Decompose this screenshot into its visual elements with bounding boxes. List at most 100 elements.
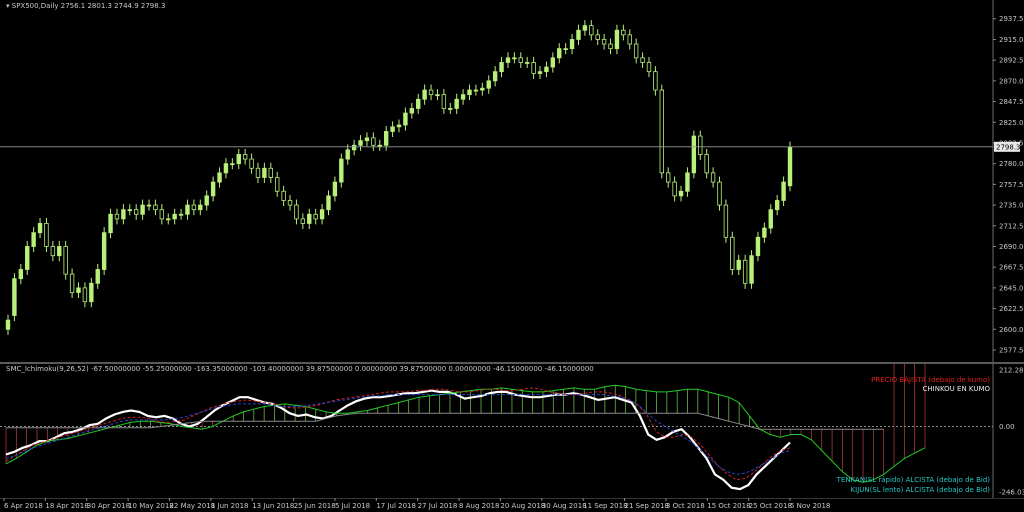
candle-body xyxy=(390,126,395,132)
candle-body xyxy=(505,57,511,63)
candle-body xyxy=(133,209,139,215)
y-tick-label: 2892.5 xyxy=(999,57,1024,65)
ichimoku-panel[interactable]: 212.2825 0.00 -246.032 SMC_Ichimoku(9,26,5… xyxy=(0,364,1024,498)
candle-body xyxy=(307,213,312,224)
candle-body xyxy=(691,135,697,174)
candle-body xyxy=(76,287,81,293)
candle-body xyxy=(768,209,773,229)
candle-body xyxy=(595,34,600,40)
candle-body xyxy=(57,246,62,257)
candle-body xyxy=(467,89,472,96)
indicator-header: SMC_Ichimoku(9,26,52) -67.50000000 -55.2… xyxy=(6,365,594,373)
candle-body xyxy=(435,94,440,97)
indicator-tick-label: -246.032 xyxy=(999,489,1024,497)
candle-body xyxy=(198,204,203,211)
x-tick-label: 10 May 2018 xyxy=(128,502,174,510)
candle-body xyxy=(621,29,626,36)
candle-body xyxy=(223,163,229,174)
candle-body xyxy=(454,98,459,109)
x-tick-label: 1 Jun 2018 xyxy=(211,502,249,510)
senkou_a-line xyxy=(5,384,926,483)
candle-body xyxy=(416,98,421,109)
price-chart-panel[interactable]: 2937.52915.02892.52870.02847.52825.02802… xyxy=(0,0,1024,362)
x-tick-label: 27 Jul 2018 xyxy=(418,502,458,510)
candle-body xyxy=(146,204,152,207)
candle-body xyxy=(749,255,754,284)
y-tick-label: 2825.0 xyxy=(999,119,1024,127)
candle-body xyxy=(403,112,408,126)
candle-body xyxy=(31,232,36,247)
candle-body xyxy=(262,167,267,178)
candle-body xyxy=(601,39,607,45)
x-tick-label: 11 Sep 2018 xyxy=(583,502,627,510)
price-chart: 2937.52915.02892.52870.02847.52825.02802… xyxy=(0,0,1024,362)
candle-body xyxy=(422,89,427,100)
candle-body xyxy=(300,218,306,224)
y-tick-label: 2645.0 xyxy=(999,284,1024,292)
candle-body xyxy=(742,259,748,284)
candle-body xyxy=(332,181,338,197)
candle-body xyxy=(589,25,594,36)
kijun-note: KIJUN(SL lento) ALCISTA (debajo de Bid) xyxy=(850,486,990,494)
x-tick-label: 17 Jul 2018 xyxy=(376,502,416,510)
tenkan-note: TENKAN(SL rápido) ALCISTA (debajo de Bid… xyxy=(836,476,990,484)
precio-note: PRECIO BAJISTA (debajo de kumo) xyxy=(871,376,990,384)
candle-body xyxy=(512,57,517,60)
candle-body xyxy=(185,204,190,215)
candle-body xyxy=(448,108,453,110)
candle-body xyxy=(730,236,735,270)
candle-body xyxy=(582,25,588,31)
candle-body xyxy=(640,57,645,63)
chikou-line xyxy=(5,389,791,491)
candle-body xyxy=(383,131,389,146)
candle-body xyxy=(377,144,382,147)
x-tick-label: 15 Oct 2018 xyxy=(707,502,750,510)
candle-body xyxy=(18,269,24,280)
candle-body xyxy=(563,48,568,51)
candle-body xyxy=(524,62,530,64)
candle-body xyxy=(44,223,49,247)
chart-header: ▾ SPX500,Daily 2756.1 2801.3 2744.9 2798… xyxy=(6,2,165,10)
candle-body xyxy=(608,43,613,50)
candle-body xyxy=(37,223,43,234)
y-tick-label: 2712.5 xyxy=(999,222,1024,230)
y-tick-label: 2847.5 xyxy=(999,98,1024,106)
candle-body xyxy=(704,154,709,174)
candle-body xyxy=(313,213,318,220)
candle-body xyxy=(557,48,562,59)
x-tick-label: 18 Apr 2018 xyxy=(45,502,88,510)
candle-body xyxy=(153,204,158,211)
candle-body xyxy=(666,172,671,183)
x-tick-label: 22 May 2018 xyxy=(169,502,215,510)
candle-body xyxy=(345,149,350,160)
x-tick-label: 3 Oct 2018 xyxy=(666,502,705,510)
candle-body xyxy=(358,140,363,146)
x-tick-label: 21 Sep 2018 xyxy=(625,502,669,510)
x-tick-label: 20 Aug 2018 xyxy=(500,502,545,510)
candle-body xyxy=(191,204,197,211)
x-tick-label: 30 Apr 2018 xyxy=(87,502,130,510)
dropdown-arrow-icon[interactable]: ▾ xyxy=(6,2,10,10)
candle-body xyxy=(723,204,729,238)
candle-body xyxy=(576,29,581,40)
candle-body xyxy=(281,190,286,201)
candle-body xyxy=(287,200,293,206)
candle-body xyxy=(275,177,280,192)
candle-body xyxy=(672,181,677,197)
candle-body xyxy=(409,108,415,114)
chinkou-note: CHINKOU EN KUMO xyxy=(922,385,990,393)
y-tick-label: 2667.5 xyxy=(999,264,1024,272)
candle-body xyxy=(114,213,120,220)
candle-body xyxy=(492,71,498,82)
candle-body xyxy=(710,172,716,183)
candle-body xyxy=(268,167,274,178)
candle-body xyxy=(89,282,94,303)
candle-body xyxy=(172,213,177,220)
y-tick-label: 2600.0 xyxy=(999,326,1024,334)
y-tick-label: 2577.5 xyxy=(999,347,1024,355)
x-tick-label: 6 Apr 2018 xyxy=(4,502,43,510)
candle-body xyxy=(166,218,171,221)
candle-body xyxy=(646,62,652,73)
candle-body xyxy=(69,273,75,293)
candle-body xyxy=(787,146,793,187)
